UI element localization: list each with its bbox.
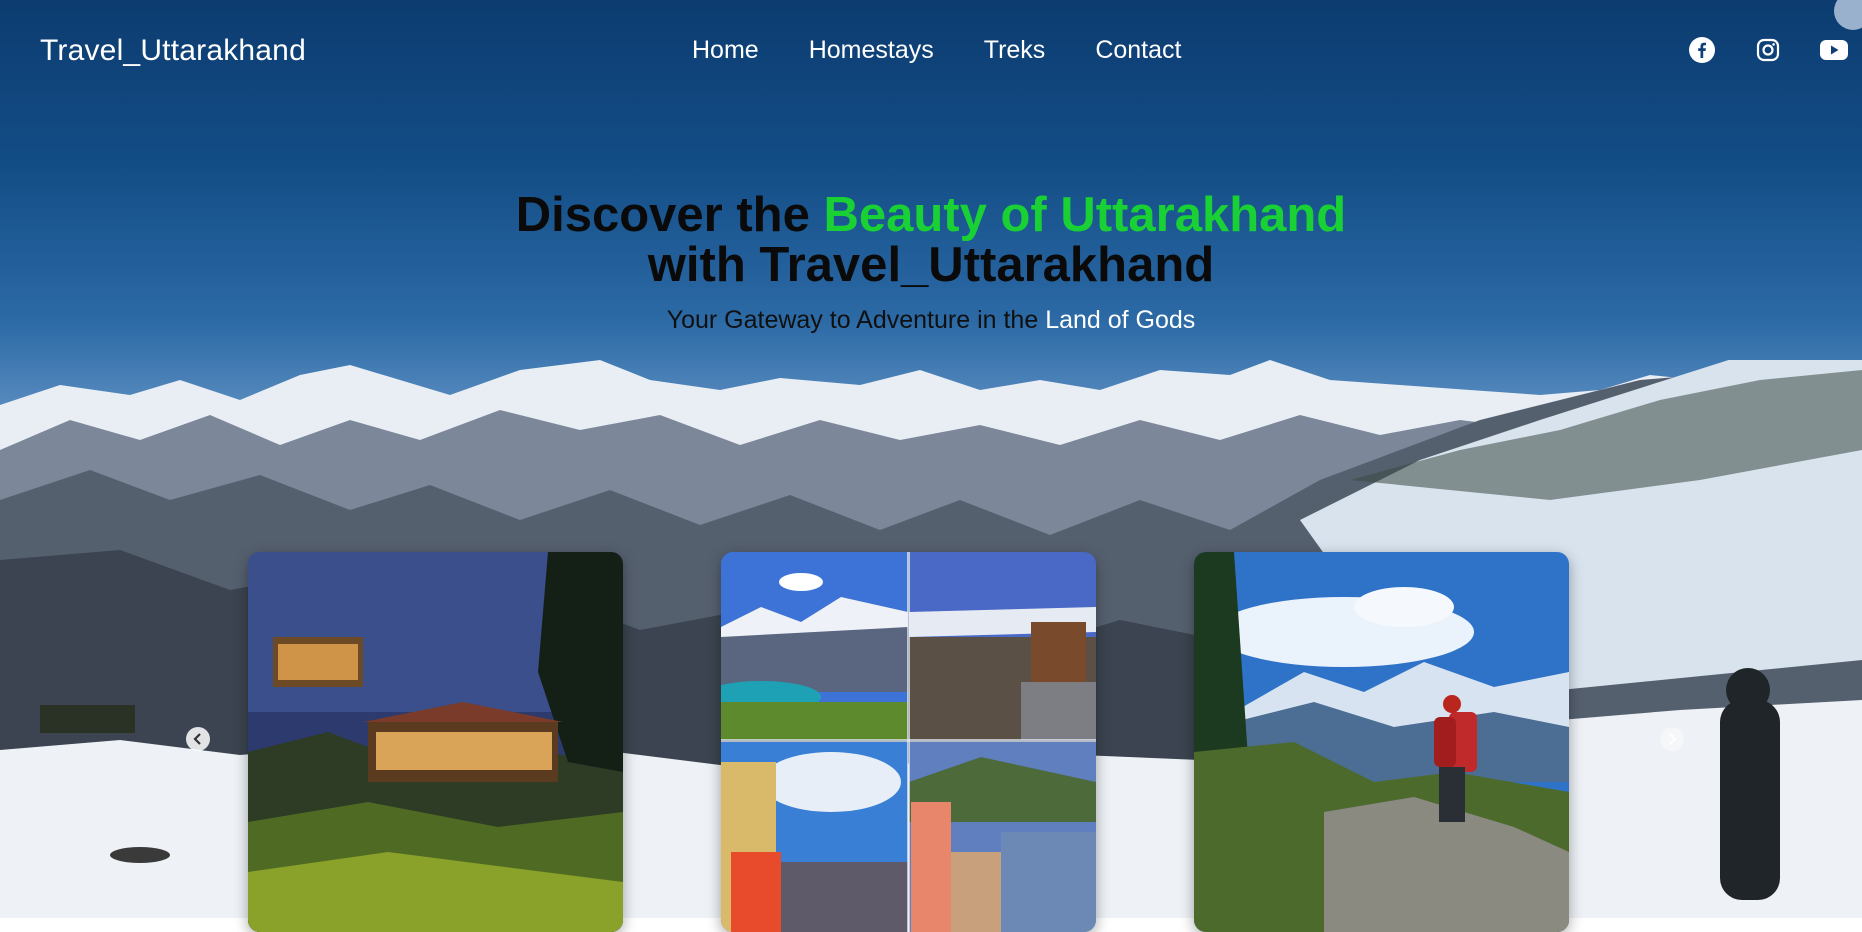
nav-link-contact[interactable]: Contact [1095, 36, 1181, 65]
hero-headline: Discover the Beauty of Uttarakhand with … [0, 190, 1862, 290]
carousel-prev-button[interactable] [186, 727, 210, 751]
headline-accent: Beauty of Uttarakhand [823, 188, 1347, 242]
nav-link-home[interactable]: Home [692, 36, 759, 65]
carousel-next-button[interactable] [1660, 727, 1684, 751]
hero-tagline: Your Gateway to Adventure in the Land of… [0, 306, 1862, 335]
nav-menu: Home Homestays Treks Contact [692, 36, 1181, 65]
facebook-icon[interactable] [1688, 36, 1716, 64]
tagline-part1: Your Gateway to Adventure in the [666, 306, 1046, 334]
carousel-card-trek[interactable] [1194, 552, 1569, 932]
nav-link-homestays[interactable]: Homestays [809, 36, 934, 65]
homestay-night-photo [248, 552, 623, 932]
carousel-card-homestay[interactable] [248, 552, 623, 932]
carousel-card-collage[interactable] [721, 552, 1096, 932]
screenshot-tool-button[interactable] [1834, 0, 1862, 30]
trekker-photo [1194, 552, 1569, 932]
chevron-left-icon [193, 733, 201, 745]
headline-part2: with Travel_Uttarakhand [647, 238, 1215, 292]
destination-collage [721, 552, 1096, 932]
chevron-right-icon [1669, 733, 1677, 745]
brand-logo[interactable]: Travel_Uttarakhand [40, 34, 306, 68]
instagram-icon[interactable] [1754, 36, 1782, 64]
youtube-icon[interactable] [1820, 36, 1848, 64]
headline-part1: Discover the [515, 188, 824, 242]
top-navbar: Travel_Uttarakhand Home Homestays Treks … [0, 0, 1862, 105]
tagline-accent: Land of Gods [1045, 306, 1196, 334]
social-links [1688, 36, 1848, 64]
nav-link-treks[interactable]: Treks [984, 36, 1046, 65]
